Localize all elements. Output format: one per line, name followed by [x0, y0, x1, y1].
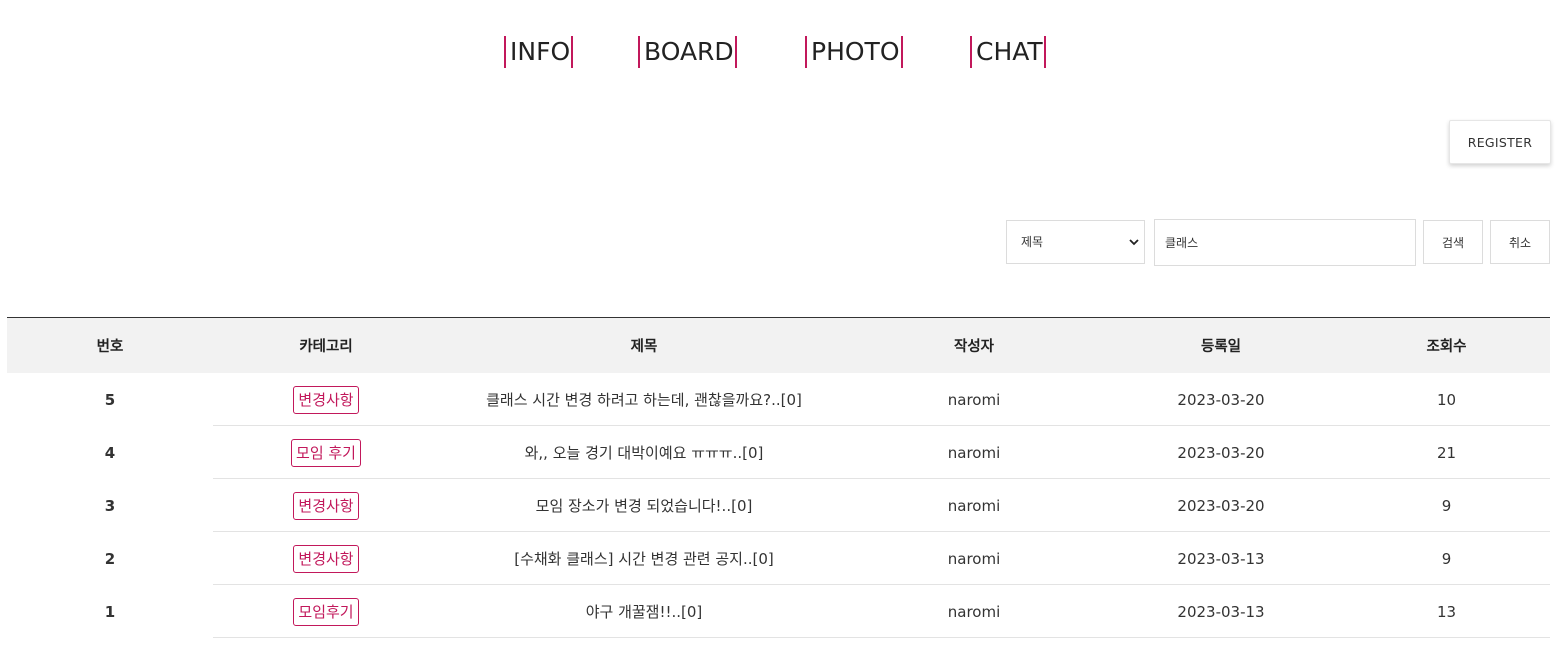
row-views: 9 [1441, 496, 1452, 515]
row-author: naromi [947, 549, 1001, 568]
top-nav: INFO BOARD PHOTO CHAT [0, 36, 1559, 70]
table-row: 1 모임후기 야구 개꿀잼!!..[0] naromi 2023-03-13 1… [7, 585, 1550, 638]
row-title-link[interactable]: 야구 개꿀잼!!..[0] [439, 585, 849, 638]
row-number: 2 [104, 549, 116, 568]
board-table: 번호 카테고리 제목 작성자 등록일 조회수 5 변경사항 클래스 시간 변경 … [7, 317, 1550, 638]
table-header: 번호 카테고리 제목 작성자 등록일 조회수 [7, 317, 1550, 373]
row-number: 3 [104, 496, 116, 515]
category-badge[interactable]: 변경사항 [293, 544, 359, 573]
category-badge[interactable]: 모임 후기 [291, 438, 361, 467]
header-category: 카테고리 [299, 339, 353, 355]
row-category-cell: 모임 후기 [213, 426, 439, 479]
row-title-link[interactable]: 와,, 오늘 경기 대박이예요 ㅠㅠㅠ..[0] [439, 426, 849, 479]
row-views: 9 [1441, 549, 1452, 568]
row-date: 2023-03-20 [1177, 390, 1265, 409]
row-views: 10 [1436, 390, 1457, 409]
chevron-down-icon [1129, 239, 1139, 246]
register-button[interactable]: REGISTER [1449, 120, 1551, 164]
row-views: 21 [1436, 443, 1457, 462]
row-author: naromi [947, 496, 1001, 515]
row-title-link[interactable]: 클래스 시간 변경 하려고 하는데, 괜찮을까요?..[0] [439, 373, 849, 426]
table-row: 2 변경사항 [수채화 클래스] 시간 변경 관련 공지..[0] naromi… [7, 532, 1550, 585]
row-title-link[interactable]: [수채화 클래스] 시간 변경 관련 공지..[0] [439, 532, 849, 585]
row-date: 2023-03-20 [1177, 443, 1265, 462]
row-category-cell: 변경사항 [213, 373, 439, 426]
search-type-select[interactable]: 제목 [1006, 220, 1145, 264]
nav-board[interactable]: BOARD [638, 36, 737, 68]
row-category-cell: 모임후기 [213, 585, 439, 638]
row-views: 13 [1436, 602, 1457, 621]
category-badge[interactable]: 변경사항 [293, 385, 359, 414]
nav-photo[interactable]: PHOTO [805, 36, 903, 68]
row-date: 2023-03-20 [1177, 496, 1265, 515]
row-title-link[interactable]: 모임 장소가 변경 되었습니다!..[0] [439, 479, 849, 532]
row-divider [213, 637, 1550, 638]
category-badge[interactable]: 변경사항 [293, 491, 359, 520]
table-row: 3 변경사항 모임 장소가 변경 되었습니다!..[0] naromi 2023… [7, 479, 1550, 532]
nav-info[interactable]: INFO [504, 36, 574, 68]
header-date: 등록일 [1200, 339, 1242, 355]
row-number: 1 [104, 602, 116, 621]
header-views: 조회수 [1426, 339, 1467, 355]
row-author: naromi [947, 602, 1001, 621]
row-category-cell: 변경사항 [213, 532, 439, 585]
row-author: naromi [947, 390, 1001, 409]
row-date: 2023-03-13 [1177, 549, 1265, 568]
cancel-button[interactable]: 취소 [1490, 220, 1550, 264]
header-author: 작성자 [953, 339, 995, 355]
row-date: 2023-03-13 [1177, 602, 1265, 621]
row-category-cell: 변경사항 [213, 479, 439, 532]
header-number: 번호 [96, 339, 124, 355]
row-number: 4 [104, 443, 116, 462]
table-row: 5 변경사항 클래스 시간 변경 하려고 하는데, 괜찮을까요?..[0] na… [7, 373, 1550, 426]
row-number: 5 [104, 390, 116, 409]
row-author: naromi [947, 443, 1001, 462]
table-row: 4 모임 후기 와,, 오늘 경기 대박이예요 ㅠㅠㅠ..[0] naromi … [7, 426, 1550, 479]
search-button[interactable]: 검색 [1423, 220, 1483, 264]
header-title: 제목 [630, 339, 658, 355]
search-input[interactable] [1154, 219, 1416, 266]
category-badge[interactable]: 모임후기 [293, 597, 359, 626]
nav-chat[interactable]: CHAT [970, 36, 1046, 68]
search-type-value: 제목 [1021, 235, 1044, 249]
